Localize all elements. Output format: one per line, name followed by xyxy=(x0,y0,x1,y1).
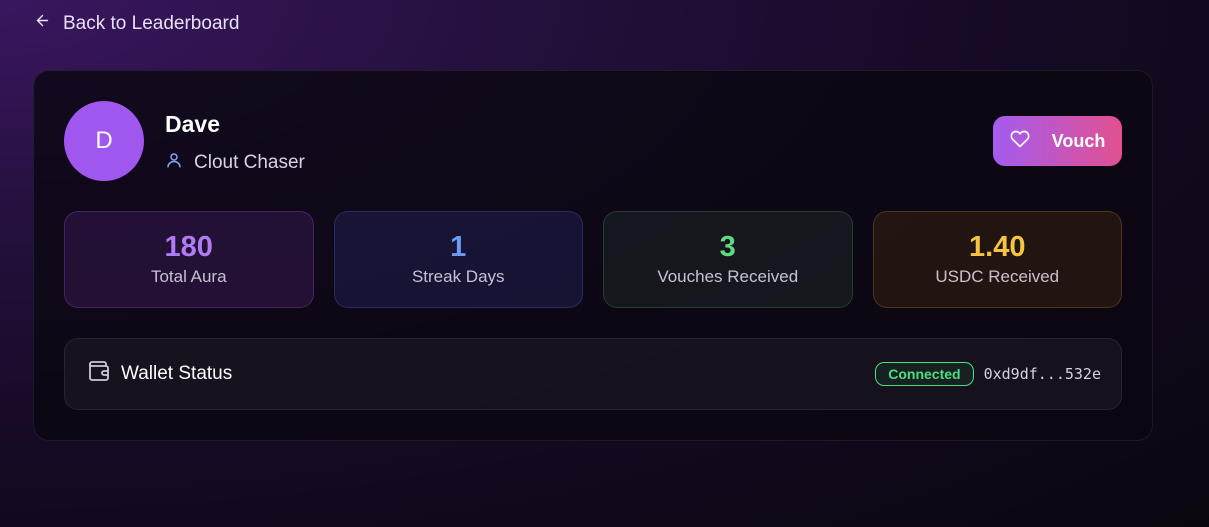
profile-role-label: Clout Chaser xyxy=(194,152,305,173)
wallet-address: 0xd9df...532e xyxy=(983,365,1101,383)
back-to-leaderboard-link[interactable]: Back to Leaderboard xyxy=(34,12,239,35)
user-icon xyxy=(165,151,183,175)
wallet-status-title: Wallet Status xyxy=(121,363,233,384)
stat-value: 1.40 xyxy=(969,230,1026,263)
vouch-button[interactable]: Vouch xyxy=(993,116,1122,166)
stat-total-aura: 180 Total Aura xyxy=(64,211,314,308)
profile-card: D Dave Clout Chaser Vouch 180 Total Aura… xyxy=(33,70,1153,441)
wallet-status-panel: Wallet Status Connected 0xd9df...532e xyxy=(64,338,1122,410)
profile-name: Dave xyxy=(165,111,220,137)
stat-label: USDC Received xyxy=(935,267,1060,287)
avatar: D xyxy=(64,101,144,181)
profile-role: Clout Chaser xyxy=(165,151,305,175)
stats-row: 180 Total Aura 1 Streak Days 3 Vouches R… xyxy=(64,211,1122,308)
vouch-label: Vouch xyxy=(1051,130,1106,151)
avatar-initial: D xyxy=(95,127,113,154)
stat-streak-days: 1 Streak Days xyxy=(333,211,583,308)
connected-badge: Connected xyxy=(875,362,974,386)
stat-usdc-received: 1.40 USDC Received xyxy=(872,211,1122,308)
wallet-status-header: Wallet Status xyxy=(87,339,232,409)
arrow-left-icon xyxy=(34,12,51,35)
stat-vouches-received: 3 Vouches Received xyxy=(603,211,853,308)
wallet-status-info: Connected 0xd9df...532e xyxy=(875,339,1101,409)
stat-label: Streak Days xyxy=(411,267,505,287)
stat-label: Total Aura xyxy=(150,267,227,287)
wallet-icon xyxy=(87,359,111,389)
stat-value: 180 xyxy=(164,230,213,263)
stat-label: Vouches Received xyxy=(657,267,799,287)
back-label: Back to Leaderboard xyxy=(63,12,240,34)
heart-icon xyxy=(1010,129,1030,154)
stat-value: 1 xyxy=(450,230,467,263)
stat-value: 3 xyxy=(719,230,736,263)
